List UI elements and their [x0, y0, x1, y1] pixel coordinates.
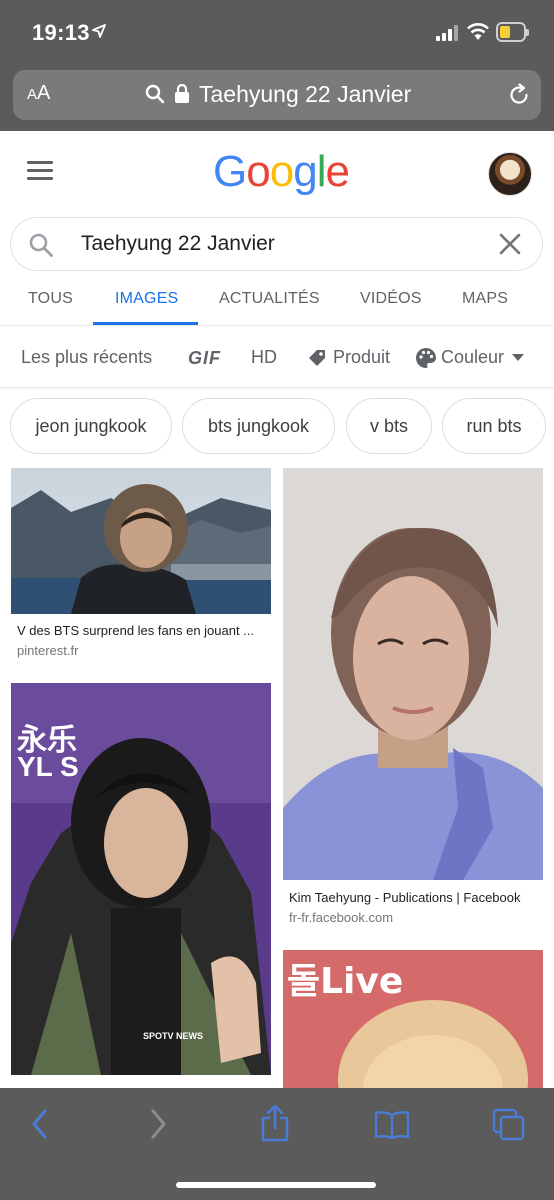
status-bar: 19:13 [0, 0, 554, 62]
photo-sign-text: YL S [17, 751, 79, 782]
google-header: Google [0, 131, 554, 211]
battery-icon [496, 22, 529, 42]
chevron-down-icon[interactable] [512, 354, 524, 362]
image-result[interactable]: 돌Live [283, 950, 543, 1088]
filter-hd[interactable]: HD [251, 347, 277, 368]
text-size-button[interactable]: AA [27, 82, 50, 105]
search-icon[interactable] [28, 232, 54, 258]
related-chip[interactable]: bts jungkook [182, 398, 335, 454]
result-title[interactable]: V des BTS surprend les fans en jouant ..… [17, 623, 267, 638]
search-query[interactable]: Taehyung 22 Janvier [81, 232, 275, 256]
result-domain: pinterest.fr [17, 643, 79, 658]
filter-color[interactable]: Couleur [441, 347, 504, 368]
photo-watermark: SPOTV NEWS [143, 1031, 204, 1041]
result-thumbnail[interactable] [11, 468, 271, 614]
active-tab-indicator [93, 322, 198, 325]
result-title[interactable]: Kim Taehyung - Publications | Facebook [289, 890, 541, 905]
hamburger-menu-icon[interactable] [27, 161, 53, 181]
tab-images[interactable]: IMAGES [115, 290, 178, 308]
reload-icon[interactable] [507, 83, 531, 107]
search-input[interactable]: Taehyung 22 Janvier [10, 217, 543, 271]
tag-icon [309, 350, 325, 366]
search-tabs: TOUS IMAGES ACTUALITÉS VIDÉOS MAPS [0, 278, 554, 326]
result-thumbnail[interactable] [283, 468, 543, 880]
status-time: 19:13 [32, 20, 90, 45]
back-icon[interactable] [30, 1108, 50, 1140]
url-text: Taehyung 22 Janvier [199, 81, 412, 107]
tabs-icon[interactable] [492, 1108, 526, 1142]
lock-icon [175, 84, 189, 103]
tab-videos[interactable]: VIDÉOS [360, 290, 422, 308]
result-domain: fr-fr.facebook.com [289, 910, 394, 925]
image-result[interactable]: 永乐 YL S SPOTV NEWS [11, 683, 271, 1088]
browser-top-bar: 19:13 AA Taehyung 22 Janvier [0, 0, 554, 131]
related-chip[interactable]: run bts [442, 398, 546, 454]
account-avatar[interactable] [488, 152, 532, 196]
tab-all[interactable]: TOUS [28, 290, 73, 308]
home-indicator[interactable] [176, 1182, 376, 1188]
location-arrow-icon [92, 24, 106, 38]
wifi-icon [467, 23, 489, 40]
bookmarks-icon[interactable] [374, 1110, 410, 1140]
photo-sign-text: 돌Live [287, 961, 404, 1002]
image-result[interactable]: V des BTS surprend les fans en jouant ..… [11, 468, 271, 663]
forward-icon[interactable] [148, 1108, 168, 1140]
image-filters-bar: Les plus récents GIF HD Produit Couleur [0, 326, 554, 388]
result-thumbnail[interactable]: 돌Live [283, 950, 543, 1088]
tab-maps[interactable]: MAPS [462, 290, 508, 308]
share-icon[interactable] [260, 1104, 290, 1142]
search-icon [145, 84, 165, 104]
related-chip[interactable]: jeon jungkook [10, 398, 172, 454]
palette-icon [416, 348, 436, 368]
filter-recent[interactable]: Les plus récents [21, 347, 152, 368]
filter-gif[interactable]: GIF [188, 348, 221, 369]
google-logo[interactable]: Google [213, 147, 350, 197]
related-chip[interactable]: v bts [346, 398, 432, 454]
clear-icon[interactable] [499, 233, 521, 255]
image-result[interactable]: Kim Taehyung - Publications | Facebook f… [283, 468, 543, 928]
result-thumbnail[interactable]: 永乐 YL S SPOTV NEWS [11, 683, 271, 1075]
tab-news[interactable]: ACTUALITÉS [219, 290, 320, 308]
address-bar[interactable]: AA Taehyung 22 Janvier [13, 70, 541, 120]
filter-product[interactable]: Produit [333, 347, 390, 368]
cellular-signal-icon [436, 25, 458, 41]
